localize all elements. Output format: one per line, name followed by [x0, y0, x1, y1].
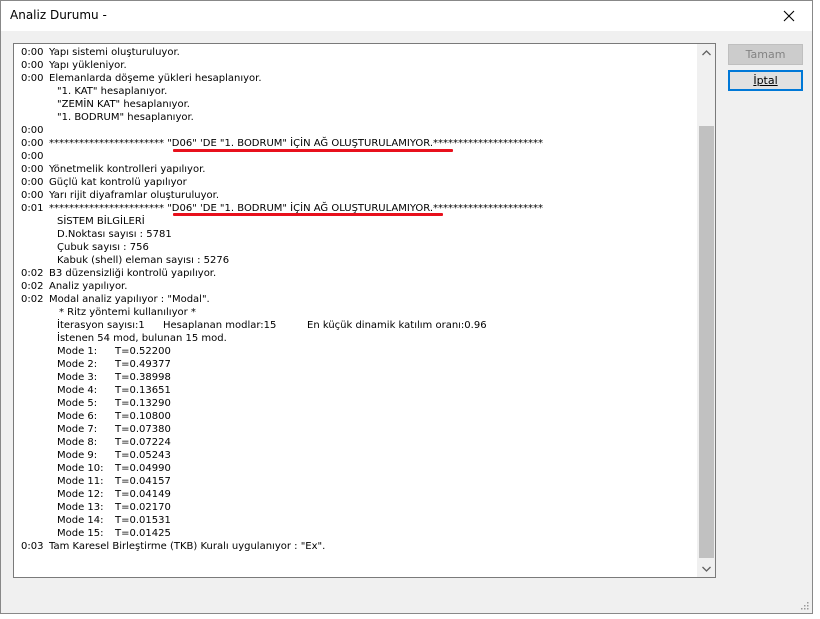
cancel-button[interactable]: İptal — [728, 70, 803, 91]
log-line: 0:00 Yapı sistemi oluşturuluyor. — [21, 47, 180, 58]
mode-row: Mode 6: T=0.10800 — [57, 411, 171, 422]
chevron-down-icon — [702, 566, 711, 572]
mode-row: Mode 15: T=0.01425 — [57, 528, 171, 539]
log-line: 0:00 Yapı yükleniyor. — [21, 60, 127, 71]
log-line: * Ritz yöntemi kullanılıyor * — [59, 307, 196, 318]
scroll-down-button[interactable] — [698, 560, 715, 577]
log-output[interactable]: 0:00 Yapı sistemi oluşturuluyor. 0:00 Yapı… — [13, 43, 716, 578]
log-line: 0:00 — [21, 125, 44, 136]
mode-row: Mode 14: T=0.01531 — [57, 515, 171, 526]
warning-message: "D06" 'DE "1. BODRUM" İÇİN AĞ OLUŞTURULA… — [167, 138, 434, 149]
title-bar: Analiz Durumu - — [1, 1, 812, 31]
chevron-up-icon — [702, 49, 711, 55]
mode-row: Mode 11: T=0.04157 — [57, 476, 171, 487]
window-title: Analiz Durumu - — [10, 8, 107, 22]
mode-row: Mode 2: T=0.49377 — [57, 359, 171, 370]
log-line: "1. BODRUM" hesaplanıyor. — [57, 112, 194, 123]
log-warning-line: 0:01 *********************** "D06" 'DE "1… — [21, 203, 544, 216]
log-line: 0:00 Elemanlarda döşeme yükleri hesaplanı… — [21, 73, 262, 84]
mode-row: Mode 5: T=0.13290 — [57, 398, 171, 409]
log-line: 0:03 Tam Karesel Birleştirme (TKB) Kuralı… — [21, 541, 326, 552]
log-line: 0:02 Analiz yapılıyor. — [21, 281, 128, 292]
log-line: D.Noktası sayısı : 5781 — [57, 229, 172, 240]
log-line: 0:00 — [21, 151, 44, 162]
close-icon — [783, 10, 795, 22]
log-line: SİSTEM BİLGİLERİ — [57, 216, 145, 227]
log-line: 0:00 Güçlü kat kontrolü yapılıyor — [21, 177, 187, 188]
ok-button[interactable]: Tamam — [728, 44, 803, 65]
mode-row: Mode 4: T=0.13651 — [57, 385, 171, 396]
mode-row: Mode 12: T=0.04149 — [57, 489, 171, 500]
mode-row: Mode 10: T=0.04990 — [57, 463, 171, 474]
log-line: 0:00 Yönetmelik kontrolleri yapılıyor. — [21, 164, 206, 175]
mode-row: Mode 7: T=0.07380 — [57, 424, 171, 435]
log-line: 0:00 Yarı rijit diyaframlar oluşturuluyor… — [21, 190, 220, 201]
log-line: 0:02 B3 düzensizliği kontrolü yapılıyor. — [21, 268, 217, 279]
cancel-button-label: İptal — [753, 74, 778, 87]
mode-row: Mode 9: T=0.05243 — [57, 450, 171, 461]
log-line: "ZEMİN KAT" hesaplanıyor. — [57, 99, 190, 110]
close-button[interactable] — [766, 1, 812, 31]
log-line: İterasyon sayısı:1 Hesaplanan modlar:15 En… — [57, 320, 487, 331]
log-line: İstenen 54 mod, bulunan 15 mod. — [57, 333, 227, 344]
scroll-up-button[interactable] — [698, 44, 715, 61]
scrollbar-thumb[interactable] — [699, 126, 714, 558]
log-content: 0:00 Yapı sistemi oluşturuluyor. 0:00 Yapı… — [21, 46, 697, 553]
mode-row: Mode 1: T=0.52200 — [57, 346, 171, 357]
log-warning-line: 0:00 *********************** "D06" 'DE "1… — [21, 137, 697, 152]
vertical-scrollbar[interactable] — [697, 44, 715, 577]
mode-row: Mode 3: T=0.38998 — [57, 372, 171, 383]
log-line: "1. KAT" hesaplanıyor. — [57, 86, 168, 97]
mode-row: Mode 13: T=0.02170 — [57, 502, 171, 513]
log-line: 0:02 Modal analiz yapılıyor : "Modal". — [21, 294, 210, 305]
resize-grip-icon[interactable] — [799, 600, 809, 610]
log-line: Çubuk sayısı : 756 — [57, 242, 149, 253]
mode-row: Mode 8: T=0.07224 — [57, 437, 171, 448]
analysis-status-dialog: Analiz Durumu - 0:00 Yapı sistemi oluştur… — [0, 0, 813, 614]
log-line: Kabuk (shell) eleman sayısı : 5276 — [57, 255, 230, 266]
